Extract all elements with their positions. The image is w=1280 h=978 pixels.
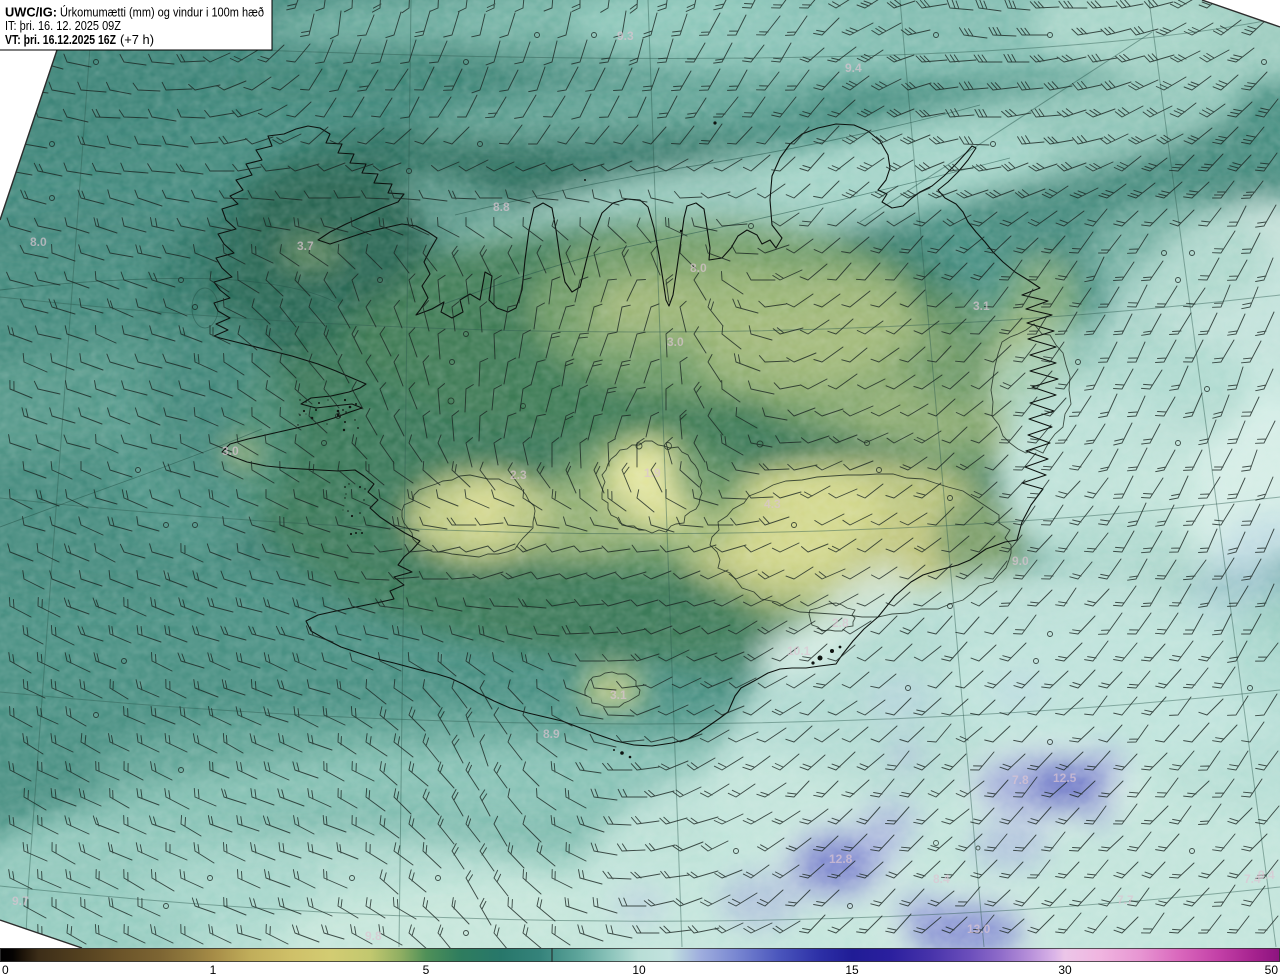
svg-text:VT: þri. 16.12.2025 16Z: VT: þri. 16.12.2025 16Z — [5, 33, 116, 47]
svg-text:IT: þri. 16. 12. 2025 09Z: IT: þri. 16. 12. 2025 09Z — [5, 19, 121, 33]
svg-text:3.7: 3.7 — [297, 239, 314, 253]
svg-text:7.7: 7.7 — [1117, 893, 1134, 907]
svg-text:1: 1 — [210, 963, 217, 977]
svg-text:9.0: 9.0 — [1012, 554, 1029, 568]
svg-text:8.0: 8.0 — [690, 261, 707, 275]
svg-text:9.4: 9.4 — [845, 61, 862, 75]
svg-text:9.7: 9.7 — [12, 894, 29, 908]
svg-text:10.1: 10.1 — [787, 644, 811, 658]
svg-text:50: 50 — [1265, 963, 1279, 977]
svg-text:2.8: 2.8 — [832, 616, 849, 630]
svg-text:12.5: 12.5 — [1053, 771, 1077, 785]
svg-text:5: 5 — [423, 963, 430, 977]
svg-text:9.4: 9.4 — [1258, 868, 1275, 882]
svg-text:3.0: 3.0 — [222, 444, 239, 458]
svg-text:3.1: 3.1 — [973, 299, 990, 313]
svg-text:10: 10 — [632, 963, 646, 977]
svg-text:3.0: 3.0 — [667, 335, 684, 349]
svg-text:8.8: 8.8 — [493, 200, 510, 214]
svg-text:1.9: 1.9 — [644, 466, 661, 480]
svg-text:3.1: 3.1 — [610, 688, 627, 702]
svg-text:4.3: 4.3 — [764, 497, 781, 511]
svg-text:9.8: 9.8 — [365, 929, 382, 943]
svg-text:7.8: 7.8 — [1012, 773, 1029, 787]
svg-text:30: 30 — [1058, 963, 1072, 977]
svg-text:UWC/IG:: UWC/IG: — [5, 5, 57, 20]
svg-text:15: 15 — [845, 963, 859, 977]
svg-text:8.9: 8.9 — [543, 727, 560, 741]
svg-text:2.3: 2.3 — [510, 468, 527, 482]
svg-text:12.8: 12.8 — [829, 852, 853, 866]
svg-text:(+7 h): (+7 h) — [120, 33, 154, 47]
svg-text:Úrkomumætti (mm) og vindur i 1: Úrkomumætti (mm) og vindur i 100m hæð — [60, 5, 264, 20]
svg-text:13.0: 13.0 — [967, 922, 991, 936]
svg-text:8.4: 8.4 — [933, 872, 950, 886]
svg-text:0: 0 — [2, 963, 9, 977]
svg-text:8.0: 8.0 — [30, 235, 47, 249]
svg-text:9.3: 9.3 — [617, 29, 634, 43]
